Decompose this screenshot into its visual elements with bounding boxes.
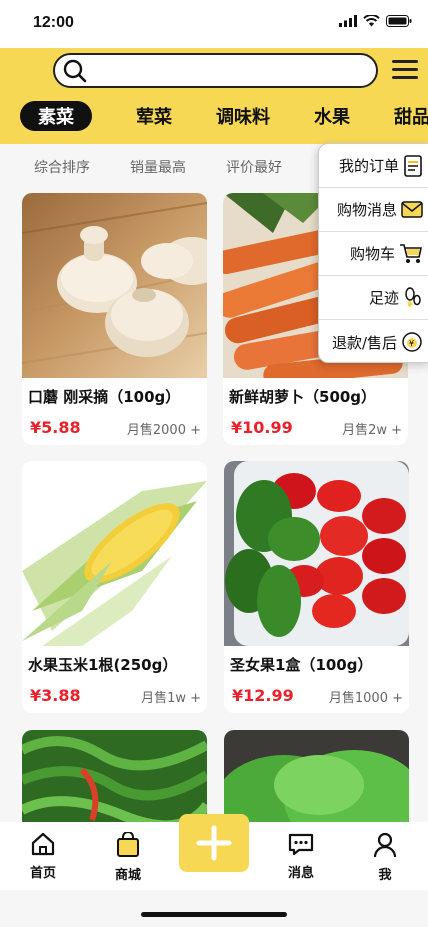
- status-icons: [339, 15, 412, 27]
- menu-item-refund[interactable]: 退款/售后 ¥: [319, 320, 428, 364]
- footprint-icon: [405, 286, 421, 307]
- order-list-icon: [404, 154, 422, 177]
- menu-line: [392, 60, 418, 63]
- product-image-tomato: [224, 461, 409, 646]
- product-card[interactable]: 圣女果1盒（100g） ¥12.99 月售1000 +: [224, 461, 409, 713]
- refund-icon: ¥: [402, 332, 422, 352]
- header: 素菜 荤菜 调味料 水果 甜品: [0, 48, 428, 144]
- search-icon: [63, 59, 87, 82]
- category-tab-meat[interactable]: 荤菜: [136, 103, 172, 129]
- chat-icon: [288, 833, 314, 856]
- product-title: 圣女果1盒（100g）: [230, 656, 373, 674]
- home-icon: [31, 832, 55, 856]
- category-tabs: 素菜 荤菜 调味料 水果 甜品: [20, 100, 428, 132]
- sort-sales[interactable]: 销量最高: [130, 157, 186, 177]
- app-screen: 12:00 素菜 荤菜 调味料 水果 甜品 综合排序 销量最高 评价最好 口蘑 …: [0, 0, 428, 927]
- status-bar: 12:00: [0, 0, 428, 48]
- tab-home[interactable]: 首页: [13, 832, 73, 881]
- menu-line: [392, 76, 418, 79]
- plus-icon: [196, 825, 232, 861]
- menu-line: [392, 68, 418, 71]
- category-tab-dessert[interactable]: 甜品: [394, 103, 428, 129]
- product-sales: 月售1000 +: [328, 691, 403, 706]
- shopping-bag-icon: [117, 831, 139, 857]
- menu-item-label: 足迹: [368, 289, 399, 307]
- product-card[interactable]: [224, 730, 409, 830]
- tab-me[interactable]: 我: [355, 832, 415, 883]
- menu-item-label: 购物消息: [336, 201, 397, 219]
- add-button[interactable]: [179, 814, 249, 872]
- menu-item-label: 退款/售后: [331, 333, 397, 352]
- menu-item-messages[interactable]: 购物消息: [319, 188, 428, 232]
- tab-mall[interactable]: 商城: [98, 831, 158, 883]
- product-image-mushroom: [22, 193, 207, 378]
- product-price: ¥10.99: [231, 418, 293, 437]
- user-icon: [373, 832, 397, 858]
- product-image-lettuce: [224, 730, 409, 830]
- dropdown-menu: 我的订单 购物消息 购物车 足迹 退款/售后 ¥: [318, 143, 428, 363]
- search-input[interactable]: [93, 56, 376, 85]
- cart-icon: [400, 243, 422, 263]
- menu-item-footprint[interactable]: 足迹: [319, 276, 428, 320]
- menu-button[interactable]: [392, 60, 418, 82]
- svg-text:¥: ¥: [409, 339, 414, 348]
- product-sales: 月售2000 +: [126, 423, 201, 438]
- product-price: ¥3.88: [30, 686, 81, 705]
- sort-comprehensive[interactable]: 综合排序: [34, 157, 90, 177]
- product-price: ¥12.99: [232, 686, 294, 705]
- battery-icon: [386, 15, 412, 27]
- mail-icon: [401, 200, 423, 218]
- product-card[interactable]: 口蘑 刚采摘（100g） ¥5.88 月售2000 +: [22, 193, 207, 445]
- sort-rating[interactable]: 评价最好: [226, 157, 282, 177]
- product-sales: 月售2w +: [342, 423, 402, 438]
- product-card[interactable]: 水果玉米1根(250g） ¥3.88 月售1w +: [22, 461, 207, 713]
- product-image-corn: [22, 461, 207, 646]
- product-title: 水果玉米1根(250g）: [28, 656, 178, 674]
- tab-label: 首页: [29, 866, 56, 881]
- category-tab-vegetable[interactable]: 素菜: [20, 101, 92, 131]
- search-bar[interactable]: [53, 53, 378, 88]
- tab-messages[interactable]: 消息: [271, 832, 331, 881]
- home-indicator[interactable]: [141, 912, 287, 917]
- product-sales: 月售1w +: [141, 691, 201, 706]
- tab-label: 商城: [114, 868, 141, 883]
- category-tab-seasoning[interactable]: 调味料: [216, 103, 270, 129]
- wifi-icon: [363, 15, 380, 27]
- category-tab-fruit[interactable]: 水果: [314, 103, 350, 129]
- tab-label: 我: [378, 868, 392, 883]
- tab-label: 消息: [287, 866, 314, 881]
- menu-item-orders[interactable]: 我的订单: [319, 144, 428, 188]
- status-time: 12:00: [33, 14, 74, 31]
- signal-icon: [339, 15, 357, 27]
- menu-item-cart[interactable]: 购物车: [319, 232, 428, 276]
- product-title: 新鲜胡萝卜（500g）: [229, 388, 377, 406]
- product-title: 口蘑 刚采摘（100g）: [28, 388, 181, 406]
- product-price: ¥5.88: [30, 418, 81, 437]
- menu-item-label: 购物车: [349, 245, 395, 263]
- menu-item-label: 我的订单: [338, 157, 399, 175]
